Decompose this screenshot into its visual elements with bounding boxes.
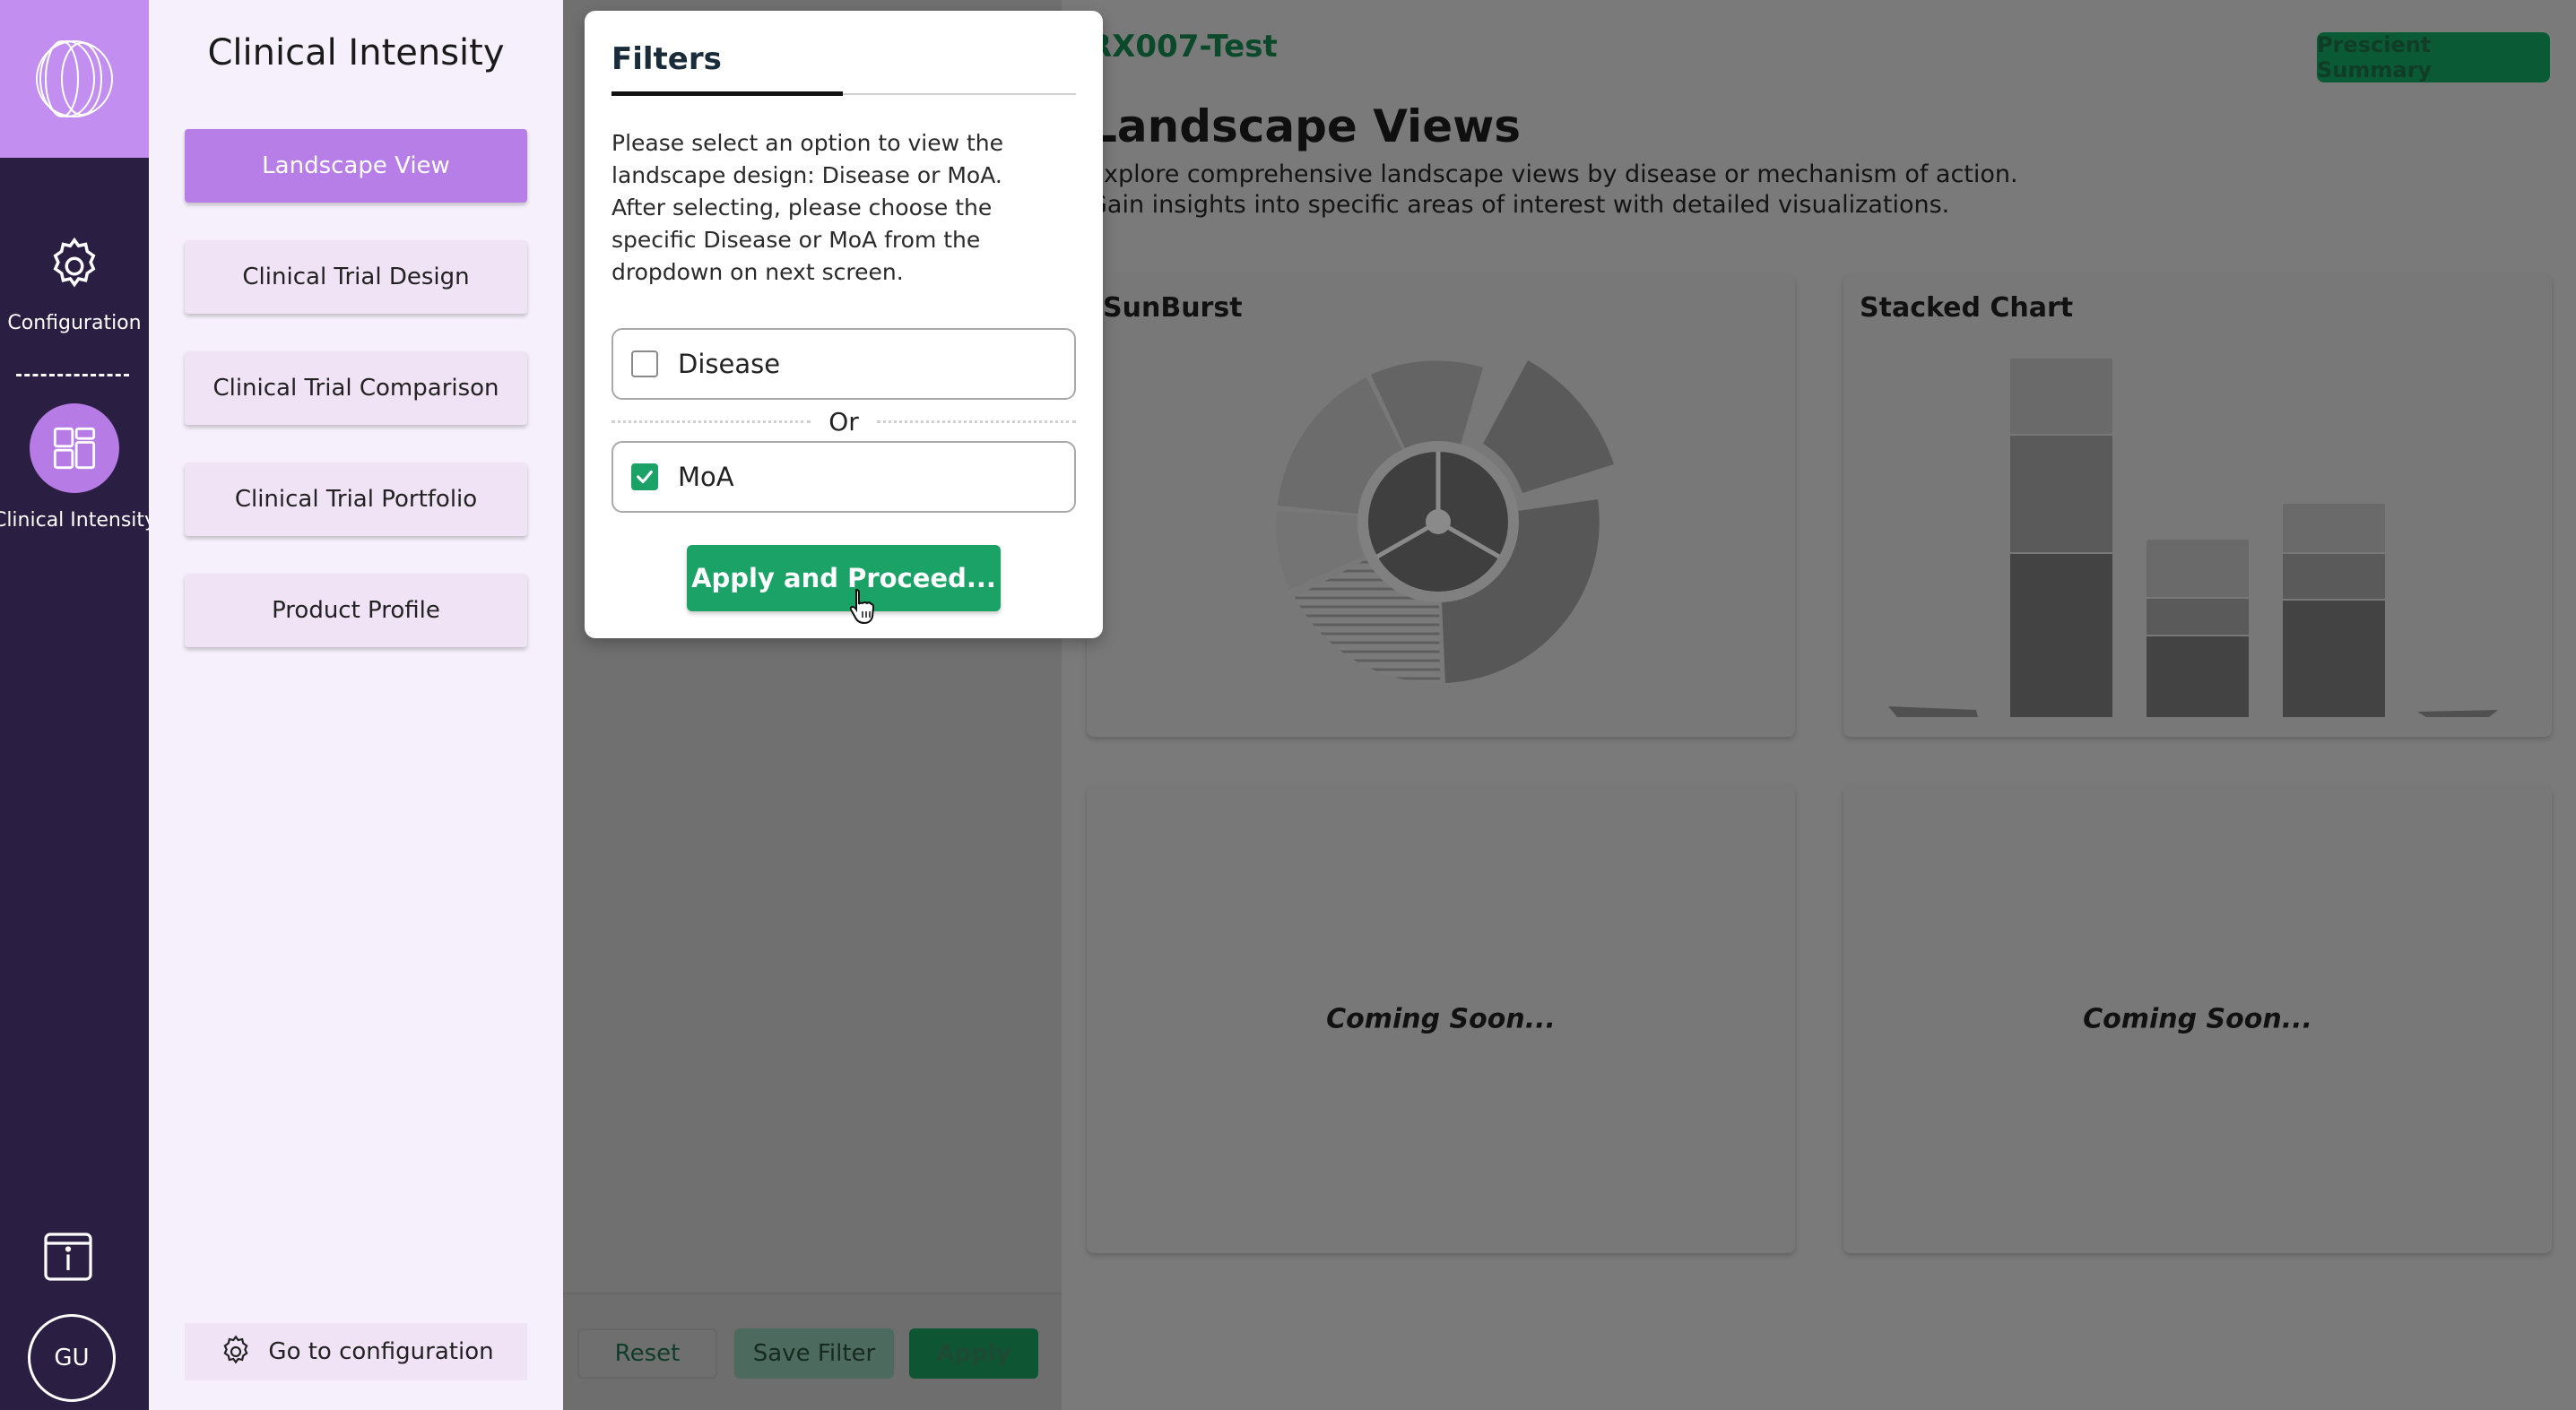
coming-soon-text: Coming Soon... (1326, 1003, 1556, 1035)
rail-clinical-intensity[interactable]: Clinical Intensity (0, 403, 156, 532)
apply-and-proceed-button[interactable]: Apply and Proceed... (687, 545, 1001, 611)
gear-icon (223, 1335, 248, 1364)
stacked-chart-card: Stacked Chart (1843, 274, 2552, 737)
coming-soon-card: Coming Soon... (1087, 785, 1795, 1253)
rail-info-button[interactable] (41, 1230, 95, 1284)
app-rail: Configuration Clinical Intensity GU (0, 0, 156, 1410)
stacked-bar-segment (2010, 359, 2112, 434)
stacked-chart (1888, 359, 2498, 717)
stacked-bar-sliver (1888, 706, 1978, 717)
dashboard-icon (53, 427, 96, 470)
prescient-summary-button[interactable]: Prescient Summary (2317, 32, 2550, 82)
sunburst-chart (1276, 360, 1614, 684)
nav-item-product-profile[interactable]: Product Profile (185, 574, 527, 647)
nav-item-landscape-view[interactable]: Landscape View (185, 129, 527, 203)
stacked-bar-sliver (2417, 710, 2498, 717)
project-title: RX007-Test (1089, 29, 1278, 65)
rail-divider (16, 374, 129, 376)
nav-title: Clinical Intensity (207, 32, 505, 74)
stacked-bar-segment (2283, 554, 2385, 599)
moa-option[interactable]: MoA (611, 441, 1076, 513)
page-heading: Landscape Views (1089, 100, 1522, 152)
sunburst-card: SunBurst (1087, 274, 1795, 737)
nav-item-clinical-trial-design[interactable]: Clinical Trial Design (185, 240, 527, 314)
stacked-bar-segment (2147, 599, 2249, 635)
apply-button[interactable]: Apply (909, 1328, 1038, 1379)
rail-configuration-label: Configuration (7, 312, 142, 334)
reset-button[interactable]: Reset (577, 1328, 717, 1379)
stacked-bar-segment (2283, 504, 2385, 552)
go-to-configuration-label: Go to configuration (268, 1338, 494, 1365)
page-description: Explore comprehensive landscape views by… (1089, 160, 2018, 219)
modal-title: Filters (611, 41, 722, 77)
nav-item-clinical-trial-comparison[interactable]: Clinical Trial Comparison (185, 351, 527, 425)
disease-option[interactable]: Disease (611, 328, 1076, 400)
info-icon (44, 1233, 92, 1281)
stacked-bar-segment (2283, 601, 2385, 717)
moa-checkbox[interactable] (631, 463, 658, 490)
go-to-configuration-button[interactable]: Go to configuration (185, 1323, 527, 1380)
sunburst-segment (1483, 360, 1614, 493)
check-icon (637, 470, 653, 484)
coming-soon-card: Coming Soon... (1843, 785, 2552, 1253)
clinical-intensity-nav: Clinical Intensity Landscape View Clinic… (149, 0, 563, 1410)
stacked-bar-segment (2010, 436, 2112, 552)
or-separator-label: Or (828, 406, 859, 437)
logo-icon (36, 40, 113, 117)
disease-checkbox[interactable] (631, 350, 658, 377)
coming-soon-text: Coming Soon... (2083, 1003, 2312, 1035)
moa-option-label: MoA (678, 462, 734, 492)
gear-icon (53, 237, 96, 288)
stacked-bar-segment (2010, 554, 2112, 717)
stacked-bar-segment (2147, 636, 2249, 717)
stacked-bar-segment (2147, 540, 2249, 597)
filters-modal: Filters Please select an option to view … (585, 11, 1103, 638)
app-logo[interactable] (0, 0, 149, 158)
or-separator: Or (611, 405, 1076, 437)
rail-configuration[interactable]: Configuration (0, 235, 149, 334)
nav-item-clinical-trial-portfolio[interactable]: Clinical Trial Portfolio (185, 463, 527, 536)
pointer-cursor-icon (849, 588, 875, 625)
modal-title-underline (611, 91, 843, 96)
disease-option-label: Disease (678, 349, 781, 379)
rail-clinical-intensity-label: Clinical Intensity (0, 509, 157, 532)
save-filter-button[interactable]: Save Filter (734, 1328, 894, 1379)
modal-instructions: Please select an option to view the land… (611, 130, 1003, 285)
user-avatar[interactable]: GU (28, 1314, 116, 1402)
rail-clinical-intensity-badge (30, 403, 119, 493)
